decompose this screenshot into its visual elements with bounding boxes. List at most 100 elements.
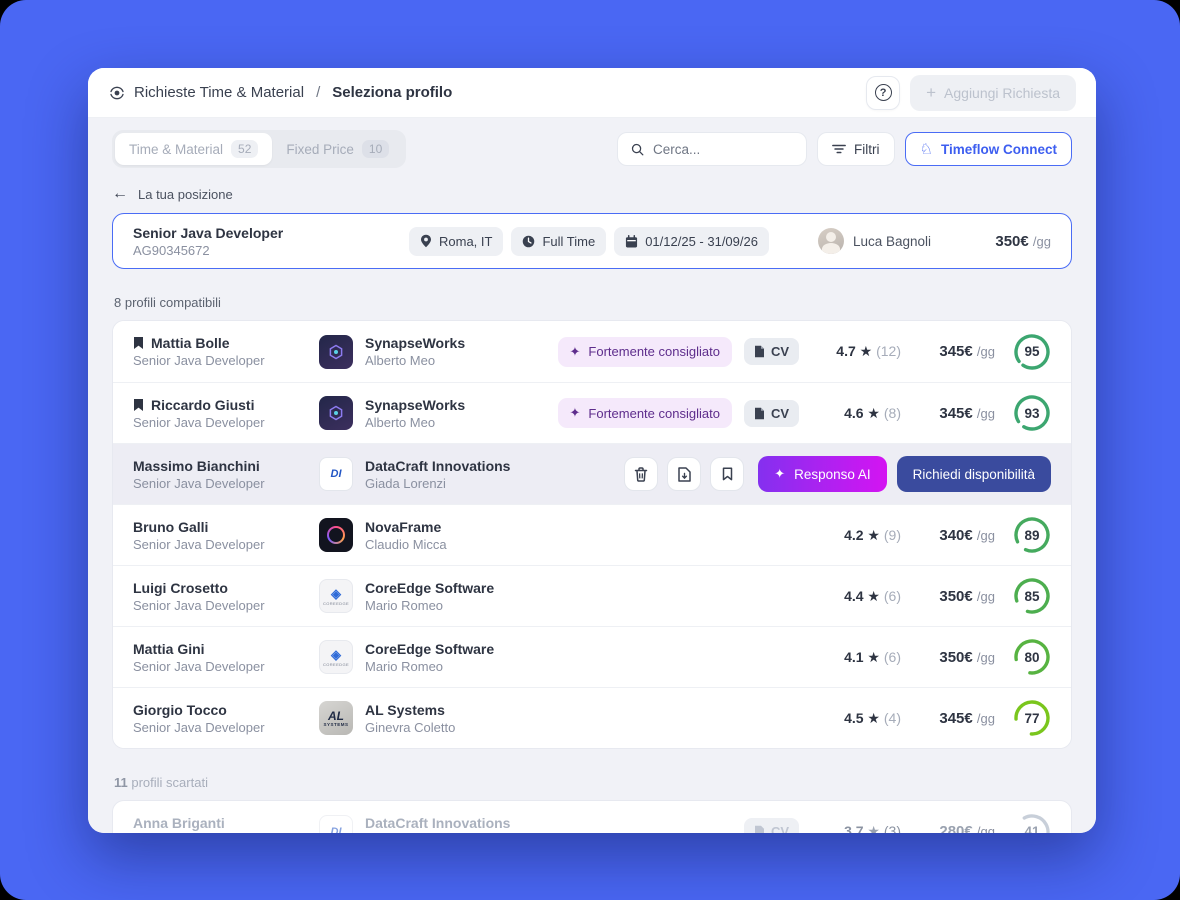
profile-name: Mattia Bolle <box>151 335 230 351</box>
company-name: SynapseWorks <box>365 397 465 413</box>
location-chip: Roma, IT <box>409 227 503 256</box>
rating: 4.1 ★ (6) <box>815 649 901 666</box>
company-contact: Alberto Meo <box>365 415 465 430</box>
filters-button[interactable]: Filtri <box>817 132 895 166</box>
position-chips: Roma, IT Full Time <box>409 227 769 256</box>
profile-role: Senior Java Developer <box>133 353 319 368</box>
location-pin-icon <box>420 234 432 248</box>
recommended-badge: ✦ Fortemente consigliato <box>558 337 732 367</box>
profile-price: 345€ /gg <box>901 710 995 727</box>
tab-fixed-price[interactable]: Fixed Price 10 <box>272 133 403 165</box>
synapseworks-logo <box>319 335 353 369</box>
profile-price: 350€ /gg <box>901 588 995 605</box>
company-contact: Ginevra Coletto <box>365 720 455 735</box>
profile-row[interactable]: Riccardo Giusti Senior Java Developer Sy… <box>113 382 1071 443</box>
back-link-label[interactable]: La tua posizione <box>138 187 233 202</box>
profile-price: 345€ /gg <box>901 405 995 422</box>
profile-role: Senior Java Developer <box>133 659 319 674</box>
profile-price: 340€ /gg <box>901 527 995 544</box>
filter-icon <box>832 143 846 155</box>
dates-label: 01/12/25 - 31/09/26 <box>645 234 758 249</box>
profile-row[interactable]: Bruno Galli Senior Java Developer NovaFr… <box>113 504 1071 565</box>
profile-name: Mattia Gini <box>133 641 205 657</box>
match-score-ring: 80 <box>1013 638 1051 676</box>
tab-time-material[interactable]: Time & Material 52 <box>115 133 272 165</box>
company-contact: Mario Romeo <box>365 598 494 613</box>
search-box <box>617 132 807 166</box>
profile-role: Senior Java Developer <box>133 415 319 430</box>
window-header: Richieste Time & Material / Seleziona pr… <box>88 68 1096 118</box>
page-title: Seleziona profilo <box>332 84 452 101</box>
bookmark-button[interactable] <box>710 457 744 491</box>
company-name: DataCraft Innovations <box>365 815 510 831</box>
back-row: ← La tua posizione <box>112 185 1072 203</box>
help-button[interactable]: ? <box>866 76 900 110</box>
export-cv-button[interactable] <box>667 457 701 491</box>
app-background: Richieste Time & Material / Seleziona pr… <box>0 0 1180 900</box>
position-owner: Luca Bagnoli <box>818 228 931 254</box>
match-score-ring: 41 <box>1013 813 1051 834</box>
back-arrow-icon[interactable]: ← <box>112 185 128 203</box>
company-name: DataCraft Innovations <box>365 458 510 474</box>
bookmark-icon <box>133 336 144 350</box>
price-unit: /gg <box>1033 234 1051 249</box>
sparkle-icon: ✦ <box>570 405 581 421</box>
novaframe-logo <box>319 518 353 552</box>
profile-role: Senior Java Developer <box>133 720 319 735</box>
rating: 4.5 ★ (4) <box>815 710 901 727</box>
company-name: SynapseWorks <box>365 335 465 351</box>
delete-button[interactable] <box>624 457 658 491</box>
add-request-button[interactable]: + Aggiungi Richiesta <box>910 75 1076 111</box>
sparkle-icon: ✦ <box>774 466 785 482</box>
company-name: CoreEdge Software <box>365 580 494 596</box>
cv-label: CV <box>771 824 789 833</box>
star-icon: ★ <box>867 649 880 665</box>
profile-row-selected[interactable]: Massimo Bianchini Senior Java Developer … <box>113 443 1071 504</box>
add-request-label: Aggiungi Richiesta <box>944 85 1060 101</box>
discarded-profiles-list: Anna Briganti Junior Java Developer DI D… <box>112 800 1072 833</box>
bookmark-outline-icon <box>722 467 733 481</box>
search-input[interactable] <box>653 142 783 157</box>
owner-name: Luca Bagnoli <box>853 234 931 249</box>
profile-role: Senior Java Developer <box>133 598 319 613</box>
company-contact: Giada Lorenzi <box>365 476 510 491</box>
coreedge-logo: ◈ COREEDGE <box>319 640 353 674</box>
request-availability-button[interactable]: Richiedi disponibilità <box>897 456 1051 492</box>
company-contact: Mario Romeo <box>365 659 494 674</box>
match-score-value: 77 <box>1013 699 1051 737</box>
breadcrumb-section[interactable]: Richieste Time & Material <box>134 84 304 101</box>
dates-chip: 01/12/25 - 31/09/26 <box>614 227 769 256</box>
profile-row[interactable]: Mattia Bolle Senior Java Developer Synap… <box>113 321 1071 382</box>
profile-name: Giorgio Tocco <box>133 702 227 718</box>
profile-row[interactable]: Luigi Crosetto Senior Java Developer ◈ C… <box>113 565 1071 626</box>
company-name: NovaFrame <box>365 519 447 535</box>
tab-count-badge: 10 <box>362 140 389 158</box>
cv-badge[interactable]: CV <box>744 818 799 833</box>
cv-badge[interactable]: CV <box>744 400 799 427</box>
file-download-icon <box>678 467 691 482</box>
profile-price: 280€ /gg <box>901 823 995 833</box>
datacraft-logo: DI <box>319 815 353 834</box>
profile-row[interactable]: Giorgio Tocco Senior Java Developer AL S… <box>113 687 1071 748</box>
discarded-section-label: 11 profili scartati <box>114 775 1070 790</box>
chess-knight-icon: ♘ <box>920 140 933 158</box>
rating: 4.7 ★ (12) <box>815 343 901 360</box>
match-score-ring: 95 <box>1013 333 1051 371</box>
clock-icon <box>522 235 535 248</box>
document-icon <box>754 407 765 420</box>
profile-price: 345€ /gg <box>901 343 995 360</box>
position-card[interactable]: Senior Java Developer AG90345672 Roma, I… <box>112 213 1072 269</box>
timeflow-connect-button[interactable]: ♘ Timeflow Connect <box>905 132 1072 166</box>
ai-response-button[interactable]: ✦ Responso AI <box>758 456 886 492</box>
cv-badge[interactable]: CV <box>744 338 799 365</box>
help-icon: ? <box>875 84 892 101</box>
profile-name: Bruno Galli <box>133 519 208 535</box>
profile-name: Anna Briganti <box>133 815 225 831</box>
bookmark-icon <box>133 398 144 412</box>
discarded-profile-row[interactable]: Anna Briganti Junior Java Developer DI D… <box>113 801 1071 833</box>
filters-label: Filtri <box>854 142 880 157</box>
price-value: 350€ <box>995 233 1028 250</box>
coreedge-logo: ◈ COREEDGE <box>319 579 353 613</box>
profile-row[interactable]: Mattia Gini Senior Java Developer ◈ CORE… <box>113 626 1071 687</box>
tab-group: Time & Material 52 Fixed Price 10 <box>112 130 406 168</box>
